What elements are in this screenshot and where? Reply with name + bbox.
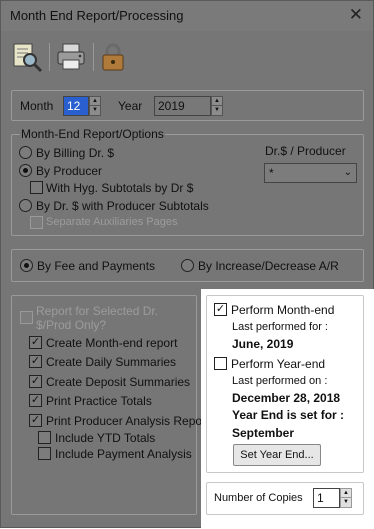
create-deposit-label: Create Deposit Summaries xyxy=(46,375,191,389)
set-year-end-button[interactable]: Set Year End... xyxy=(233,444,321,466)
print-button[interactable] xyxy=(55,41,87,73)
magnifier-report-icon xyxy=(13,43,43,73)
dr-producer-select[interactable]: * ⌄ xyxy=(264,163,357,183)
dr-producer-label: Dr.$ / Producer xyxy=(265,144,346,158)
for-selected-label: Report for Selected Dr. $/Prod Only? xyxy=(36,304,159,332)
for-selected-checkbox[interactable] xyxy=(20,311,33,324)
perform-monthend-checkbox[interactable]: ✓ xyxy=(214,303,227,316)
lock-icon xyxy=(102,43,124,71)
year-label: Year xyxy=(118,99,143,113)
printer-icon xyxy=(57,43,85,70)
include-ytd-checkbox[interactable] xyxy=(38,431,51,444)
by-increase-label: By Increase/Decrease A/R xyxy=(198,259,339,273)
month-end-dialog: Month End Report/Processing ✕ Month 12 ▲… xyxy=(0,0,374,529)
create-monthend-label: Create Month-end report xyxy=(46,336,178,350)
window-title: Month End Report/Processing xyxy=(10,8,184,23)
by-fee-label: By Fee and Payments xyxy=(37,259,156,273)
close-icon[interactable]: ✕ xyxy=(349,5,363,25)
print-practice-checkbox[interactable]: ✓ xyxy=(29,394,42,407)
title-bar: Month End Report/Processing ✕ xyxy=(1,1,373,31)
perform-monthend-label: Perform Month-end xyxy=(231,303,335,317)
preview-report-button[interactable] xyxy=(11,41,43,73)
include-payment-checkbox[interactable] xyxy=(38,447,51,460)
year-input[interactable]: 2019 xyxy=(154,96,211,116)
month-input[interactable]: 12 xyxy=(63,96,89,116)
by-fee-radio[interactable] xyxy=(20,259,33,272)
last-performed-for-label: Last performed for : xyxy=(232,321,328,333)
by-dr-producer-label: By Dr. $ with Producer Subtotals xyxy=(36,199,209,213)
spin-down-icon[interactable]: ▼ xyxy=(212,106,222,115)
copies-stepper[interactable]: ▲ ▼ xyxy=(340,488,352,508)
separate-aux-checkbox[interactable] xyxy=(30,216,43,229)
spin-up-icon[interactable]: ▲ xyxy=(341,489,351,498)
create-monthend-checkbox[interactable]: ✓ xyxy=(29,336,42,349)
last-performed-for-value: June, 2019 xyxy=(232,337,294,351)
print-practice-label: Print Practice Totals xyxy=(46,394,152,408)
report-options-group-label: Month-End Report/Options xyxy=(20,127,165,141)
spin-down-icon[interactable]: ▼ xyxy=(90,106,100,115)
toolbar-separator xyxy=(93,43,94,71)
perform-yearend-checkbox[interactable] xyxy=(214,357,227,370)
with-hyg-label: With Hyg. Subtotals by Dr $ xyxy=(46,181,194,195)
by-dr-producer-radio[interactable] xyxy=(19,199,32,212)
month-stepper[interactable]: ▲ ▼ xyxy=(89,96,101,116)
create-daily-checkbox[interactable]: ✓ xyxy=(29,355,42,368)
by-billing-label: By Billing Dr. $ xyxy=(36,146,115,160)
by-increase-radio[interactable] xyxy=(181,259,194,272)
year-end-set-label: Year End is set for : xyxy=(232,408,345,422)
by-producer-radio[interactable] xyxy=(19,164,32,177)
last-performed-on-value: December 28, 2018 xyxy=(232,391,341,405)
dr-producer-value: * xyxy=(269,166,274,180)
year-end-set-value: September xyxy=(232,426,295,440)
include-ytd-label: Include YTD Totals xyxy=(55,431,156,445)
spin-down-icon[interactable]: ▼ xyxy=(341,498,351,507)
copies-label: Number of Copies xyxy=(214,492,303,504)
perform-yearend-label: Perform Year-end xyxy=(231,357,326,371)
toolbar-separator xyxy=(49,43,50,71)
by-billing-radio[interactable] xyxy=(19,146,32,159)
copies-input[interactable]: 1 xyxy=(313,488,340,508)
chevron-down-icon: ⌄ xyxy=(343,167,352,178)
print-producer-label: Print Producer Analysis Report xyxy=(46,414,210,428)
year-stepper[interactable]: ▲ ▼ xyxy=(211,96,223,116)
lock-button[interactable] xyxy=(97,41,129,73)
spin-up-icon[interactable]: ▲ xyxy=(212,97,222,106)
create-daily-label: Create Daily Summaries xyxy=(46,355,177,369)
separate-aux-label: Separate Auxiliaries Pages xyxy=(46,216,178,228)
print-producer-checkbox[interactable]: ✓ xyxy=(29,414,42,427)
include-payment-label: Include Payment Analysis xyxy=(55,447,192,461)
spin-up-icon[interactable]: ▲ xyxy=(90,97,100,106)
by-producer-label: By Producer xyxy=(36,164,103,178)
create-deposit-checkbox[interactable]: ✓ xyxy=(29,375,42,388)
month-label: Month xyxy=(20,99,54,113)
with-hyg-checkbox[interactable] xyxy=(30,181,43,194)
last-performed-on-label: Last performed on : xyxy=(232,375,328,387)
